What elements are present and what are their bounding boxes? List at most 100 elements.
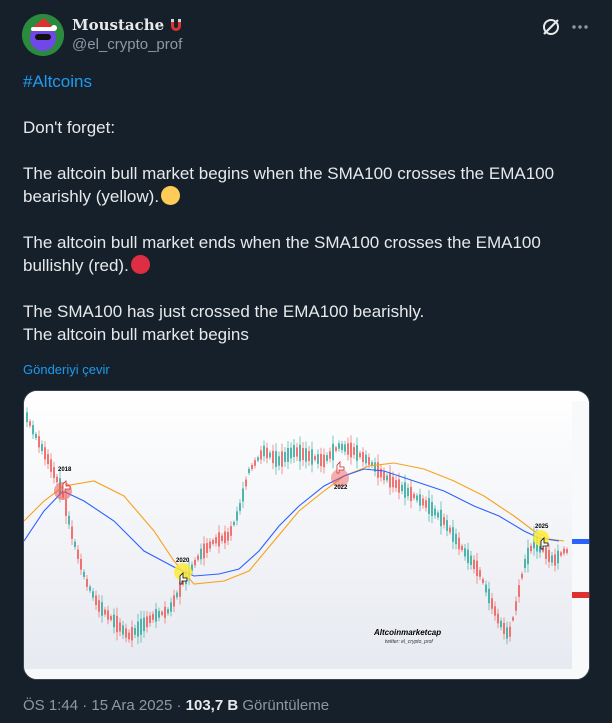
candle-body (56, 476, 58, 483)
author-handle[interactable]: @el_crypto_prof (72, 36, 182, 53)
candle-body (170, 602, 172, 612)
candle-body (134, 627, 136, 635)
chart-image[interactable]: 2018 2020 2022 2025 Altcoinmarketcap twi… (23, 390, 590, 680)
candle-body (446, 520, 448, 531)
grok-icon[interactable] (540, 16, 562, 38)
candle-body (428, 498, 430, 514)
candle-body (401, 484, 403, 492)
candle-body (350, 442, 352, 458)
candle-body (119, 622, 121, 632)
candle-body (557, 550, 559, 564)
candle-body (47, 454, 49, 465)
candle-body (443, 517, 445, 525)
candle-body (347, 443, 349, 455)
candle-body (245, 479, 247, 487)
candle-body (29, 421, 31, 426)
translate-link[interactable]: Gönderiyi çevir (23, 362, 110, 377)
chart-svg: 2018 2020 2022 2025 Altcoinmarketcap twi… (24, 391, 589, 679)
candle-body (287, 447, 289, 463)
tweet-time[interactable]: ÖS 1:44 (23, 697, 78, 714)
candle-body (452, 527, 454, 542)
tweet-line-1: Don't forget: (23, 118, 116, 137)
candle-body (335, 447, 337, 451)
candle-body (410, 486, 412, 502)
watermark-title: Altcoinmarketcap (373, 628, 441, 637)
candle-body (122, 625, 124, 635)
more-options-icon[interactable] (570, 16, 590, 38)
candle-body (560, 552, 562, 556)
candle-body (44, 447, 46, 460)
candle-body (302, 447, 304, 461)
candle-body (470, 555, 472, 565)
author-display-name[interactable]: Moustache (72, 16, 164, 34)
candle-body (35, 433, 37, 439)
candle-body (149, 615, 151, 624)
candle-body (125, 628, 127, 638)
tweet-line-3-text: The altcoin bull market ends when the SM… (23, 233, 541, 275)
candle-body (218, 532, 220, 547)
candle-body (338, 443, 340, 449)
tweet-date[interactable]: 15 Ara 2025 (91, 697, 172, 714)
chart-toolbar (24, 391, 589, 401)
candle-body (32, 425, 34, 435)
candle-body (89, 586, 91, 591)
candle-body (500, 620, 502, 628)
price-tag (572, 592, 589, 598)
candle-body (521, 573, 523, 579)
candle-body (506, 627, 508, 639)
candle-body (359, 452, 361, 458)
candle-body (332, 443, 334, 461)
candle-body (308, 450, 310, 462)
candle-body (248, 468, 250, 474)
candle-body (137, 621, 139, 637)
candle-body (488, 588, 490, 604)
candle-body (164, 606, 166, 618)
tweet: Moustache @el_crypto_prof #Altcoins Don'… (0, 0, 612, 723)
candle-body (461, 545, 463, 551)
candle-body (455, 533, 457, 545)
candle-body (518, 585, 520, 597)
candle-body (176, 592, 178, 598)
candle-body (323, 454, 325, 468)
candle-body (215, 537, 217, 544)
candle-body (545, 547, 547, 559)
candle-body (152, 613, 154, 620)
candle-body (128, 632, 130, 640)
candle-body (71, 526, 73, 539)
candle-body (77, 549, 79, 559)
candle-body (491, 598, 493, 609)
candle-body (329, 451, 331, 459)
candle-body (131, 626, 133, 641)
tweet-line-4: The SMA100 has just crossed the EMA100 b… (23, 302, 425, 321)
candle-body (392, 476, 394, 488)
candle-body (269, 452, 271, 458)
view-label: Görüntüleme (242, 697, 330, 714)
candle-body (422, 498, 424, 506)
candle-body (242, 488, 244, 502)
candle-body (206, 543, 208, 553)
candle-body (524, 558, 526, 569)
candle-body (296, 447, 298, 457)
candle-body (440, 509, 442, 527)
candle-body (386, 475, 388, 481)
candle-body (530, 545, 532, 552)
candle-body (449, 527, 451, 533)
candle-body (527, 547, 529, 565)
view-count: 103,7 B (185, 697, 239, 714)
price-axis (572, 401, 589, 669)
candle-body (464, 548, 466, 557)
candle-body (305, 448, 307, 462)
avatar[interactable] (22, 14, 64, 56)
hashtag-link[interactable]: #Altcoins (23, 72, 92, 91)
candle-body (311, 449, 313, 465)
candle-body (341, 443, 343, 451)
candle-body (290, 447, 292, 459)
candle-body (383, 471, 385, 481)
candle-body (395, 480, 397, 488)
candle-body (515, 601, 517, 611)
candle-body (173, 595, 175, 607)
label-2018: 2018 (58, 467, 72, 473)
candle-body (146, 616, 148, 628)
candle-body (494, 606, 496, 616)
candle-body (194, 559, 196, 566)
